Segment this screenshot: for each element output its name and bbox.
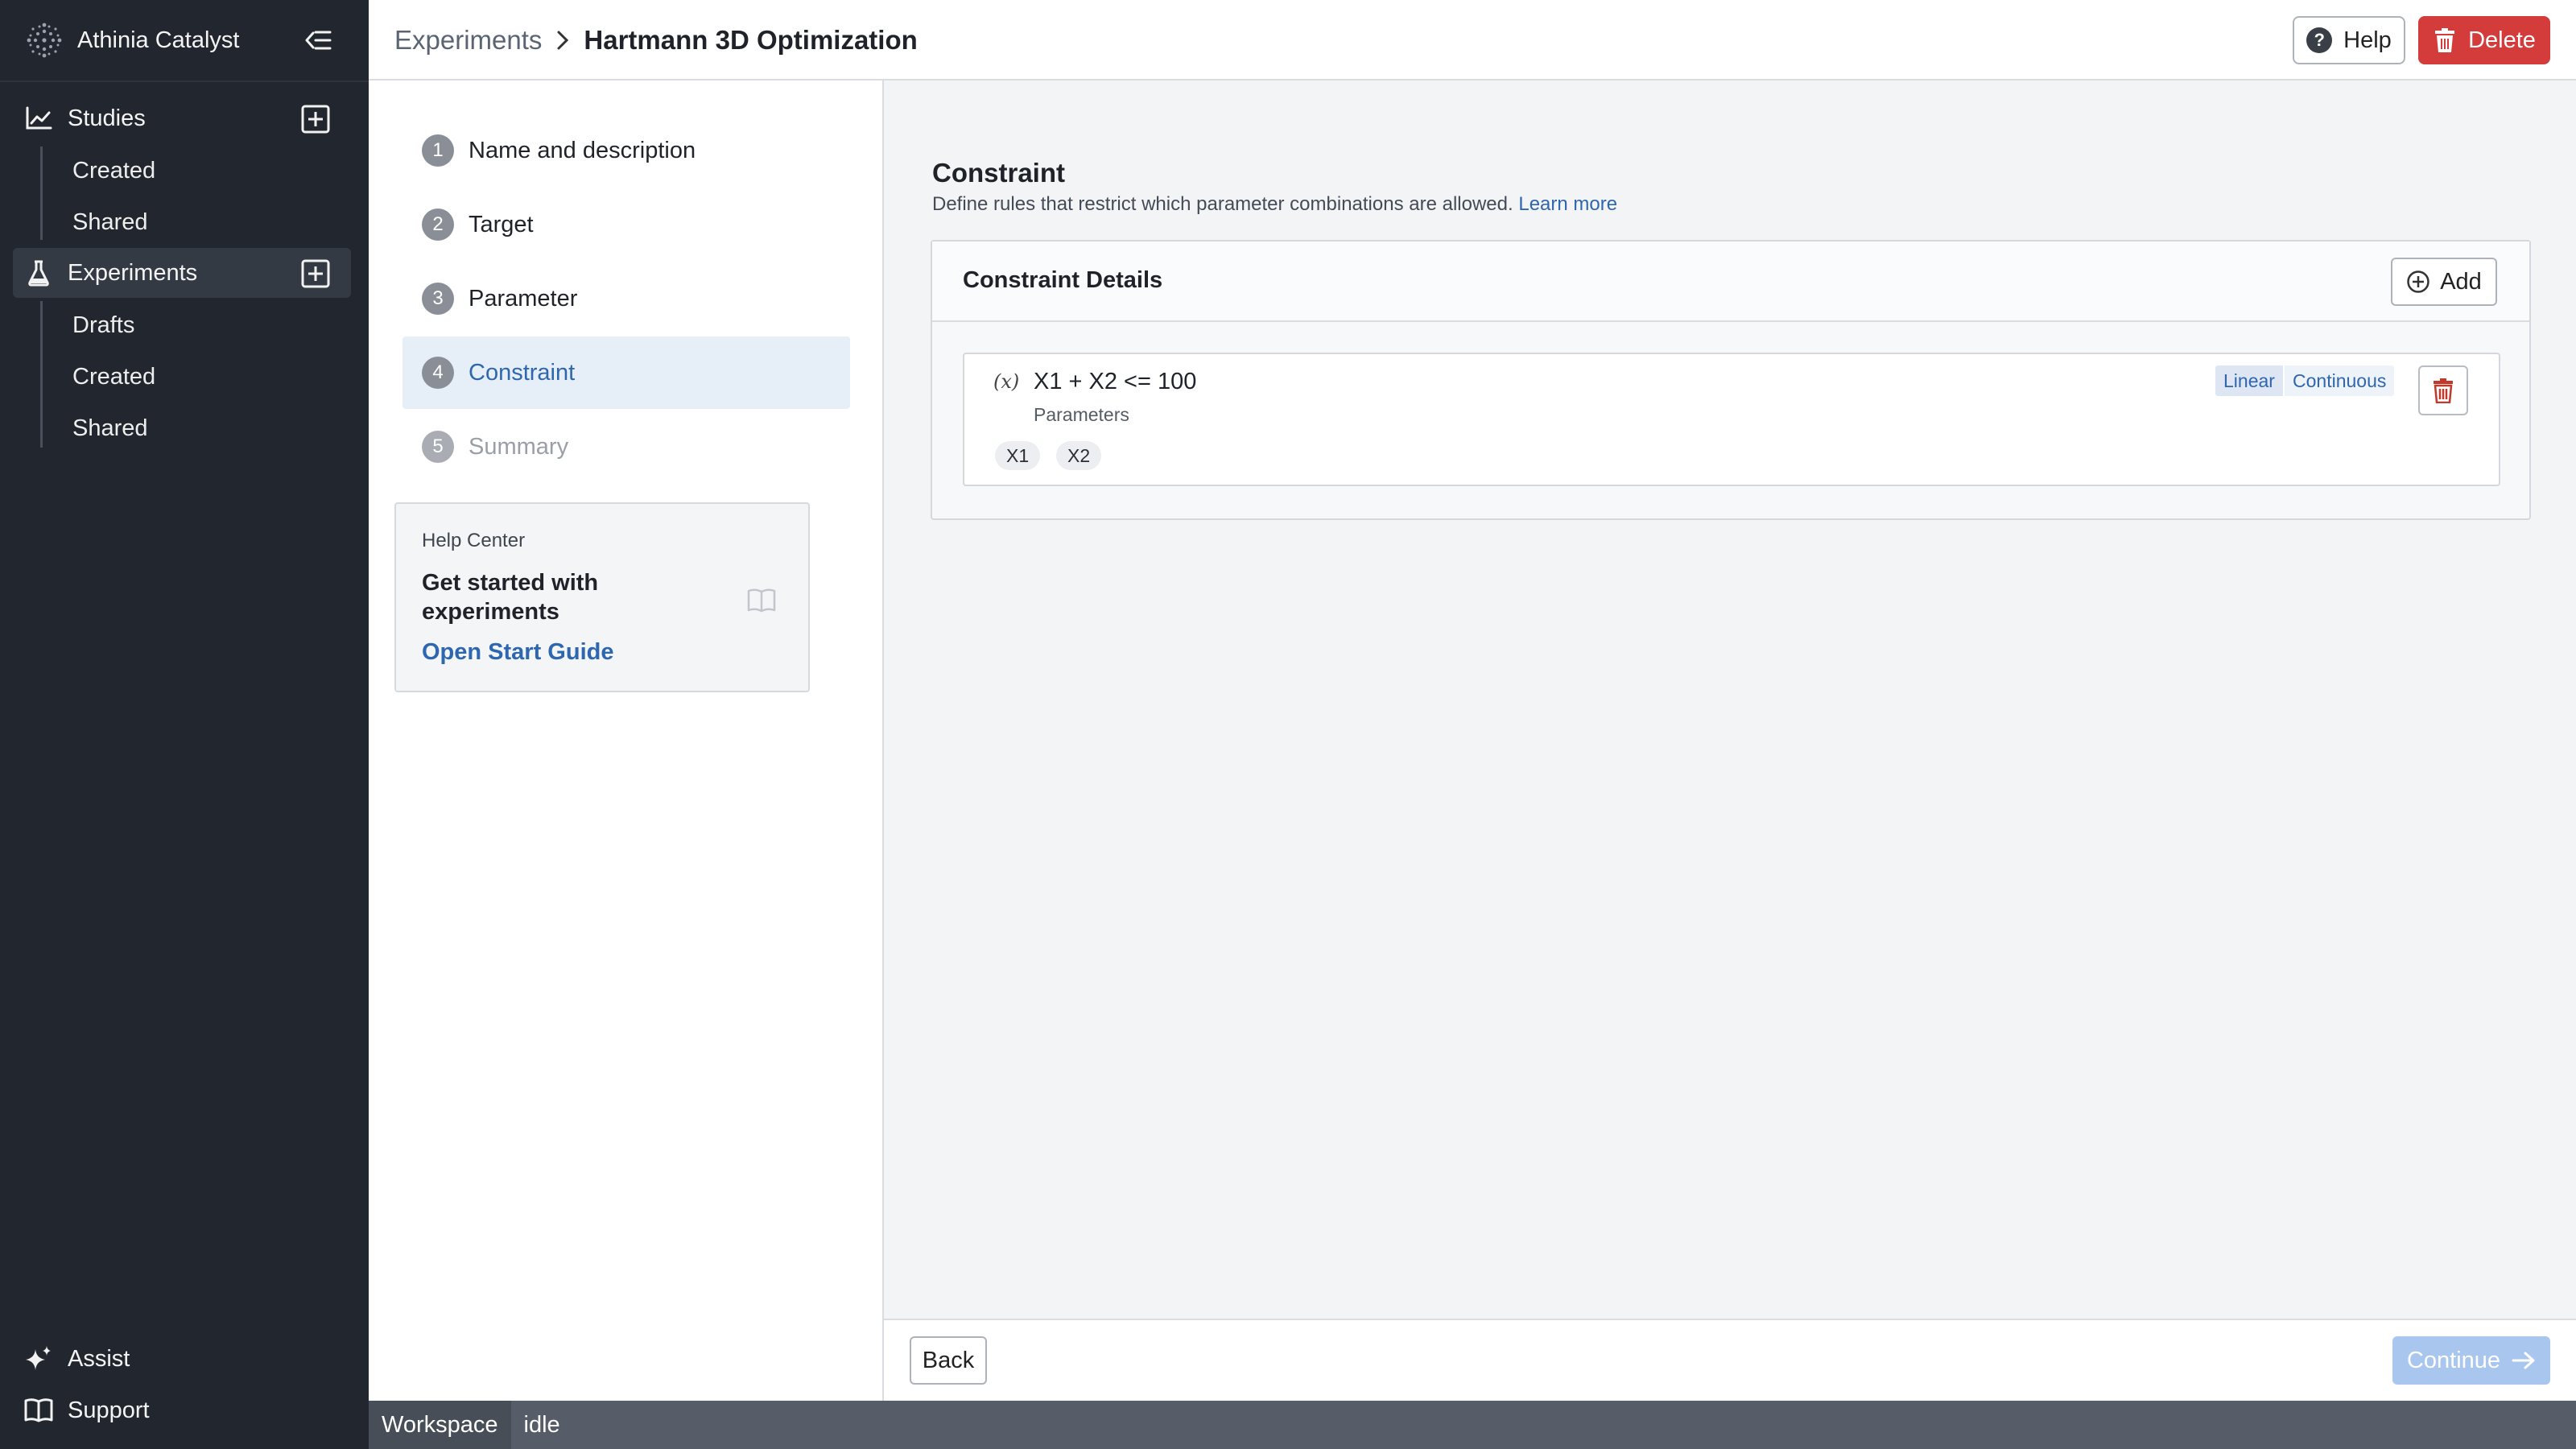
add-experiment-icon[interactable] — [301, 259, 330, 288]
step-number: 4 — [422, 357, 454, 389]
constraint-item: (x) X1 + X2 <= 100 Parameters X1 X2 Line… — [963, 353, 2500, 486]
wizard-steps-panel: 1 Name and description 2 Target 3 Parame… — [369, 80, 884, 1401]
function-variable-icon: (x) — [993, 370, 1020, 393]
add-button-label: Add — [2440, 268, 2482, 295]
sidebar-item-label: Experiments — [68, 259, 198, 286]
sidebar-item-label: Studies — [68, 105, 146, 131]
chart-line-icon — [24, 104, 53, 133]
flask-icon — [24, 258, 53, 287]
sidebar-divider — [0, 80, 369, 82]
nav-tree-line — [40, 301, 43, 448]
parameter-chip: X1 — [995, 441, 1041, 470]
nav-tree-line — [40, 147, 43, 240]
step-number: 5 — [422, 431, 454, 463]
section-description-text: Define rules that restrict which paramet… — [932, 193, 1513, 215]
constraint-domain-badge: Continuous — [2285, 365, 2395, 396]
continue-button-label: Continue — [2406, 1347, 2501, 1373]
constraint-expression: X1 + X2 <= 100 — [1034, 369, 1197, 394]
help-center-card: Help Center Get started with experiments… — [394, 502, 810, 692]
sidebar-item-experiments-created[interactable]: Created — [56, 354, 346, 399]
step-label: Parameter — [469, 285, 578, 312]
trash-icon — [2434, 378, 2453, 403]
sidebar-item-studies-created[interactable]: Created — [56, 148, 346, 193]
learn-more-link[interactable]: Learn more — [1518, 193, 1617, 215]
step-label: Target — [469, 211, 534, 237]
sidebar-item-experiments-shared[interactable]: Shared — [56, 406, 346, 451]
parameter-chip: X2 — [1056, 441, 1102, 470]
sidebar-item-label: Support — [68, 1397, 150, 1423]
add-study-icon[interactable] — [301, 105, 330, 134]
delete-constraint-button[interactable] — [2418, 365, 2468, 415]
plus-circle-icon — [2407, 270, 2429, 293]
step-number: 2 — [422, 208, 454, 241]
sidebar-item-assist[interactable]: Assist — [24, 1336, 346, 1381]
sidebar-item-experiments[interactable]: Experiments — [13, 248, 351, 298]
sidebar-item-support[interactable]: Support — [24, 1388, 346, 1433]
question-icon: ? — [2306, 27, 2333, 53]
delete-button-label: Delete — [2468, 27, 2536, 53]
sparkle-icon — [26, 1346, 51, 1370]
trash-icon — [2435, 28, 2455, 52]
help-button[interactable]: ? Help — [2293, 16, 2405, 64]
section-description: Define rules that restrict which paramet… — [932, 193, 1617, 216]
card-title: Constraint Details — [963, 267, 1163, 293]
collapse-sidebar-button[interactable] — [298, 21, 338, 60]
breadcrumb: Experiments Hartmann 3D Optimization — [394, 0, 918, 80]
brand-logo-icon — [27, 23, 62, 58]
collapse-sidebar-icon — [305, 31, 332, 50]
status-bar: Workspace idle — [369, 1401, 2576, 1449]
step-number: 1 — [422, 134, 454, 167]
step-parameter[interactable]: 3 Parameter — [402, 262, 850, 335]
section-title: Constraint — [932, 158, 1065, 188]
step-summary[interactable]: 5 Summary — [402, 411, 850, 483]
sidebar-item-studies-shared[interactable]: Shared — [56, 200, 346, 245]
step-name-and-description[interactable]: 1 Name and description — [402, 114, 850, 187]
sidebar-item-studies[interactable]: Studies — [13, 93, 351, 143]
status-state: idle — [523, 1411, 560, 1438]
step-label: Name and description — [469, 137, 696, 163]
sidebar-item-experiments-drafts[interactable]: Drafts — [56, 303, 346, 348]
help-center-title: Get started with experiments — [422, 570, 599, 625]
help-center-label: Help Center — [422, 530, 526, 551]
breadcrumb-experiments-link[interactable]: Experiments — [394, 25, 542, 56]
chevron-right-icon — [556, 30, 569, 51]
help-button-label: Help — [2343, 27, 2392, 53]
status-workspace: Workspace — [369, 1401, 511, 1449]
top-bar: Experiments Hartmann 3D Optimization ? H… — [369, 0, 2576, 80]
sidebar-item-label: Assist — [68, 1345, 130, 1372]
delete-button[interactable]: Delete — [2418, 16, 2550, 64]
constraint-type-badge: Linear — [2215, 365, 2283, 396]
step-label: Summary — [469, 433, 569, 460]
constraint-details-card: Constraint Details Add (x) X1 + X2 <= 10… — [931, 240, 2531, 520]
card-header: Constraint Details Add — [932, 242, 2529, 322]
brand-name: Athinia Catalyst — [77, 27, 240, 53]
open-start-guide-link[interactable]: Open Start Guide — [422, 639, 613, 666]
step-label: Constraint — [469, 359, 576, 386]
wizard-action-bar: Back Continue — [884, 1319, 2576, 1401]
page-title: Hartmann 3D Optimization — [584, 25, 918, 55]
book-icon — [24, 1398, 53, 1422]
main-content: Constraint Define rules that restrict wh… — [884, 80, 2576, 1319]
continue-button[interactable]: Continue — [2392, 1336, 2550, 1385]
back-button[interactable]: Back — [910, 1336, 987, 1385]
step-constraint[interactable]: 4 Constraint — [402, 336, 850, 409]
book-open-icon — [747, 588, 776, 613]
sidebar: Athinia Catalyst Studies Created Shared — [0, 0, 369, 1449]
step-target[interactable]: 2 Target — [402, 188, 850, 261]
step-number: 3 — [422, 283, 454, 315]
constraint-parameters-label: Parameters — [1034, 404, 1129, 425]
arrow-right-icon — [2512, 1352, 2535, 1369]
add-constraint-button[interactable]: Add — [2391, 258, 2497, 306]
